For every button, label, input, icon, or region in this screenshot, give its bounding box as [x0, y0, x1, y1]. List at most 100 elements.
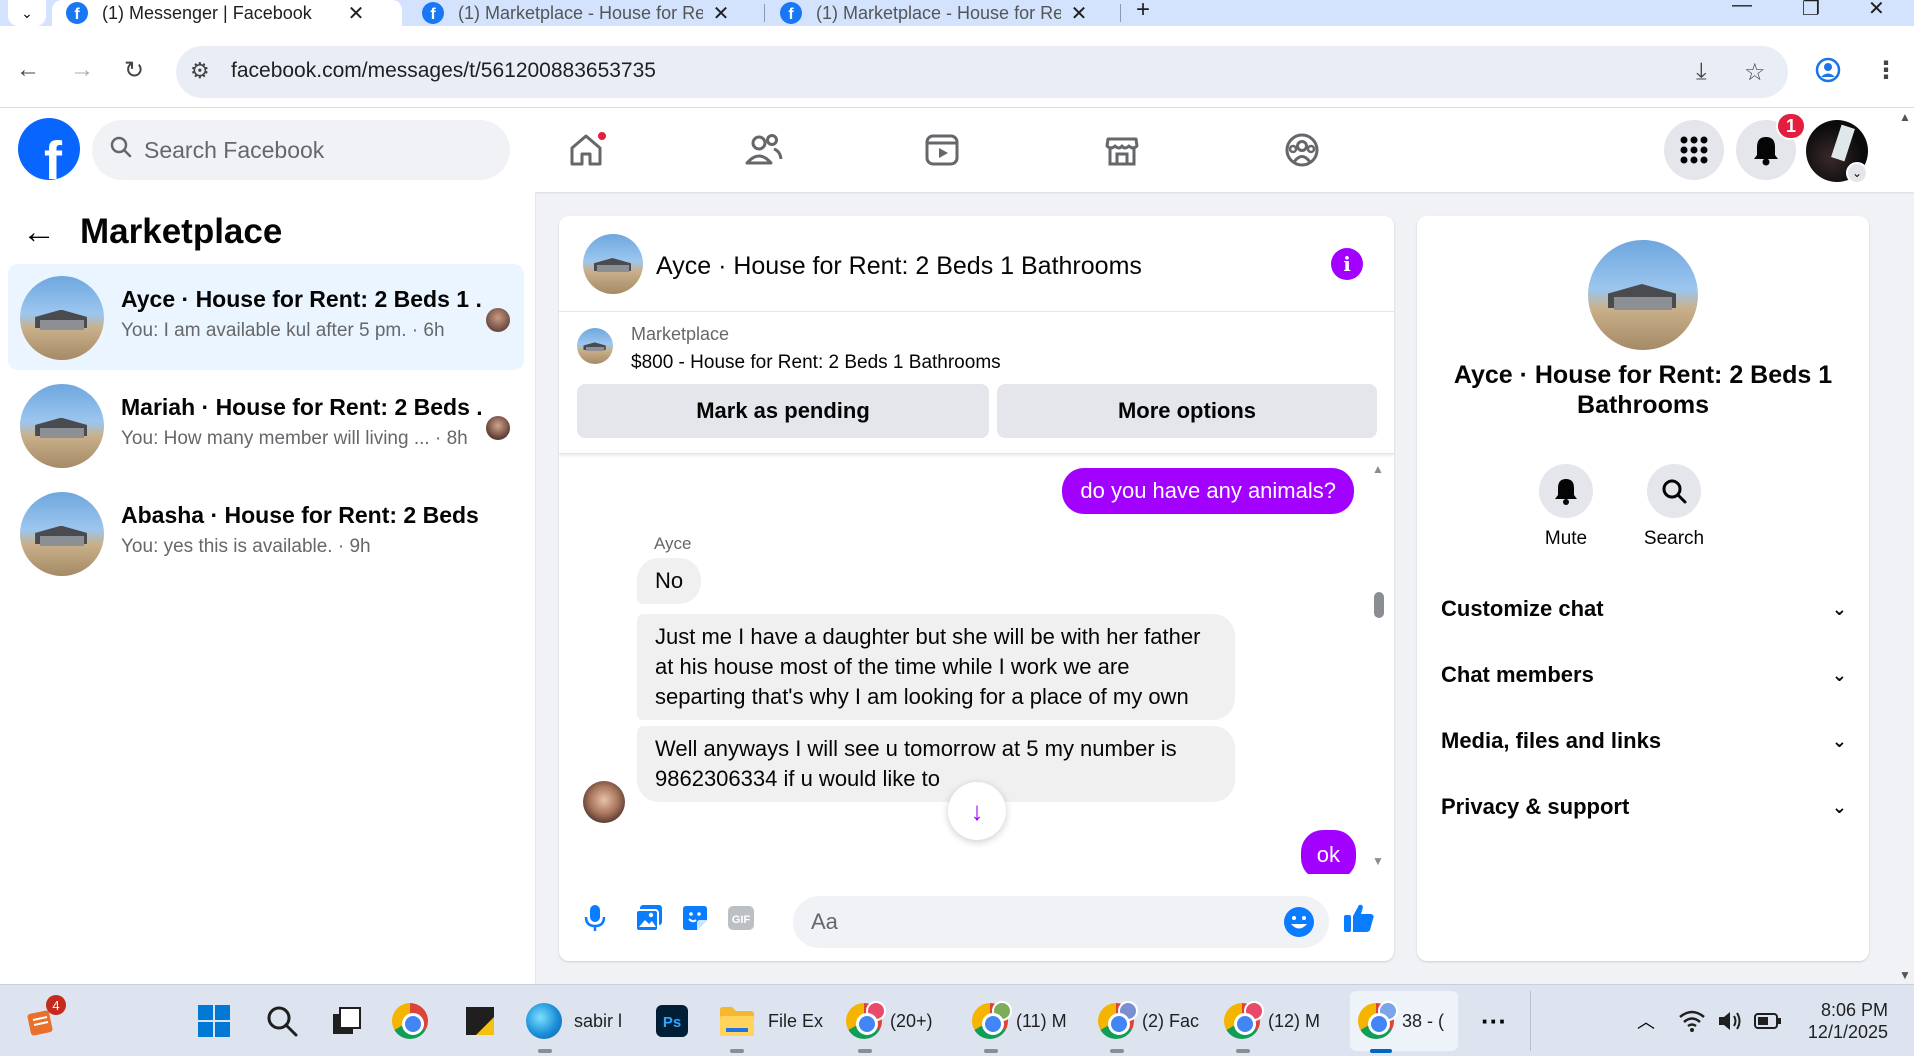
taskbar-search-button[interactable]: [262, 1001, 302, 1041]
read-receipt-avatar: [486, 308, 510, 332]
sender-avatar[interactable]: [583, 781, 625, 823]
account-chevron-down-icon[interactable]: ⌄: [1846, 162, 1868, 184]
taskbar-chrome-window-active[interactable]: 38 - (: [1358, 999, 1444, 1053]
minimize-window-icon[interactable]: —: [1732, 0, 1752, 17]
running-indicator: [1110, 1049, 1124, 1053]
taskbar-divider: [1530, 991, 1531, 1051]
scroll-up-arrow-icon[interactable]: ▲: [1372, 462, 1384, 476]
search-circle[interactable]: [1647, 464, 1701, 518]
mute-circle[interactable]: [1539, 464, 1593, 518]
back-arrow-icon[interactable]: ←: [22, 213, 66, 252]
nav-marketplace-tab[interactable]: [1096, 124, 1148, 176]
tab-search-chevron-icon[interactable]: ⌄: [8, 0, 46, 26]
taskbar-app-sabir[interactable]: sabir l: [526, 999, 622, 1053]
system-clock[interactable]: 8:06 PM 12/1/2025: [1804, 999, 1888, 1043]
nav-home-tab[interactable]: [560, 124, 612, 176]
section-chat-members[interactable]: Chat members ⌄: [1441, 650, 1847, 700]
gif-button[interactable]: GIF: [723, 900, 759, 936]
section-media-files-links[interactable]: Media, files and links ⌄: [1441, 716, 1847, 766]
start-button[interactable]: [194, 1001, 234, 1041]
restore-window-icon[interactable]: ❐: [1802, 0, 1820, 21]
forward-arrow-icon[interactable]: →: [70, 56, 94, 84]
more-apps-ellipsis-icon[interactable]: ···: [1474, 1001, 1514, 1041]
search-conversation-button[interactable]: Search: [1629, 464, 1719, 550]
facebook-logo-icon[interactable]: f: [18, 118, 80, 180]
conversation-item[interactable]: Ayce · House for Rent: 2 Beds 1 ... You:…: [8, 264, 524, 370]
mark-as-pending-button[interactable]: Mark as pending: [577, 384, 989, 438]
chrome-profile-icon[interactable]: [1814, 56, 1842, 84]
task-view-button[interactable]: [326, 1001, 366, 1041]
chat-title[interactable]: Ayce · House for Rent: 2 Beds 1 Bathroom…: [656, 252, 1142, 281]
browser-toolbar: ← → ↻ ⚙ facebook.com/messages/t/56120088…: [0, 26, 1914, 108]
address-bar[interactable]: ⚙ facebook.com/messages/t/56120088365373…: [176, 46, 1788, 98]
active-indicator: [1370, 1049, 1392, 1053]
taskbar-chrome-pinned[interactable]: [392, 999, 436, 1043]
scrollbar-thumb[interactable]: [1374, 592, 1384, 618]
sender-name: Ayce: [654, 534, 692, 553]
message-input-wrapper[interactable]: [793, 896, 1329, 948]
page-scrollbar[interactable]: ▲ ▼: [1896, 108, 1914, 984]
conversation-item[interactable]: Mariah · House for Rent: 2 Beds ... You:…: [8, 372, 524, 478]
close-tab-icon[interactable]: ✕: [344, 1, 368, 26]
taskbar-chrome-window-1[interactable]: (20+): [846, 999, 933, 1053]
reload-icon[interactable]: ↻: [124, 56, 144, 85]
voice-clip-button[interactable]: [577, 900, 613, 936]
facebook-search[interactable]: [92, 120, 510, 180]
send-like-button[interactable]: [1341, 900, 1377, 936]
browser-tab-messenger[interactable]: f (1) Messenger | Facebook ✕: [52, 0, 402, 26]
taskbar-chrome-window-4[interactable]: (12) M: [1224, 999, 1320, 1053]
nav-friends-tab[interactable]: [738, 124, 790, 176]
browser-menu-icon[interactable]: ⋮: [1874, 56, 1898, 85]
close-window-icon[interactable]: ✕: [1868, 0, 1885, 21]
listing-price-title[interactable]: $800 - House for Rent: 2 Beds 1 Bathroom…: [631, 352, 1001, 374]
url-text[interactable]: facebook.com/messages/t/561200883653735: [231, 59, 656, 83]
nav-video-tab[interactable]: [916, 124, 968, 176]
bookmark-star-icon[interactable]: ☆: [1744, 58, 1766, 87]
taskbar-file-explorer[interactable]: File Ex: [718, 999, 823, 1053]
scroll-to-bottom-arrow-icon[interactable]: ↓: [948, 782, 1006, 840]
widgets-button[interactable]: 4: [22, 995, 66, 1041]
taskbar-chrome-window-3[interactable]: (2) Fac: [1098, 999, 1199, 1053]
scroll-down-arrow-icon[interactable]: ▼: [1372, 854, 1384, 868]
conversation-preview: You: I am available kul after 5 pm. · 6h: [121, 320, 445, 341]
task-view-icon: [333, 1007, 361, 1034]
back-arrow-icon[interactable]: ←: [16, 56, 40, 84]
close-tab-icon[interactable]: ✕: [709, 1, 733, 26]
search-input[interactable]: [144, 130, 484, 170]
details-listing-avatar[interactable]: [1588, 240, 1698, 350]
emoji-icon[interactable]: [1283, 906, 1315, 938]
browser-tab-marketplace-1[interactable]: f (1) Marketplace - House for Ren ✕: [408, 0, 758, 26]
scroll-up-arrow-icon[interactable]: ▲: [1899, 110, 1911, 124]
more-options-button[interactable]: More options: [997, 384, 1377, 438]
attach-photo-button[interactable]: [631, 900, 667, 936]
section-privacy-support[interactable]: Privacy & support ⌄: [1441, 782, 1847, 832]
sticker-button[interactable]: [677, 900, 713, 936]
listing-thumbnail[interactable]: [577, 328, 613, 364]
install-app-icon[interactable]: ⤓: [1696, 58, 1707, 86]
site-settings-icon[interactable]: ⚙: [190, 58, 210, 84]
mute-button[interactable]: Mute: [1521, 464, 1611, 550]
show-hidden-icons-chevron-up-icon[interactable]: ︿: [1626, 1001, 1666, 1041]
browser-tab-marketplace-2[interactable]: f (1) Marketplace - House for Ren ✕: [766, 0, 1116, 26]
running-indicator: [538, 1049, 552, 1053]
section-customize-chat[interactable]: Customize chat ⌄: [1441, 584, 1847, 634]
taskbar-photoshop[interactable]: Ps: [652, 1001, 692, 1041]
info-icon[interactable]: i: [1331, 248, 1363, 280]
volume-icon[interactable]: [1710, 1001, 1750, 1041]
taskbar-sticky-notes[interactable]: [460, 1001, 500, 1041]
taskbar-chrome-window-2[interactable]: (11) M: [972, 999, 1067, 1053]
clock-time: 8:06 PM: [1820, 1000, 1888, 1020]
battery-icon[interactable]: [1748, 1001, 1788, 1041]
wifi-icon[interactable]: [1672, 1001, 1712, 1041]
conversation-preview: You: How many member will living ... · 8…: [121, 428, 468, 449]
chat-listing-avatar[interactable]: [583, 234, 643, 294]
nav-groups-tab[interactable]: [1276, 124, 1328, 176]
groups-icon: [1285, 133, 1319, 167]
close-tab-icon[interactable]: ✕: [1067, 1, 1091, 26]
new-tab-plus-icon[interactable]: +: [1136, 0, 1150, 24]
menu-grid-button[interactable]: [1664, 120, 1724, 180]
scroll-down-arrow-icon[interactable]: ▼: [1899, 968, 1911, 982]
thread-scrollbar[interactable]: ▲ ▼: [1371, 462, 1385, 870]
conversation-item[interactable]: Abasha · House for Rent: 2 Beds 1 ... Yo…: [8, 480, 524, 586]
message-input[interactable]: [811, 904, 1251, 940]
